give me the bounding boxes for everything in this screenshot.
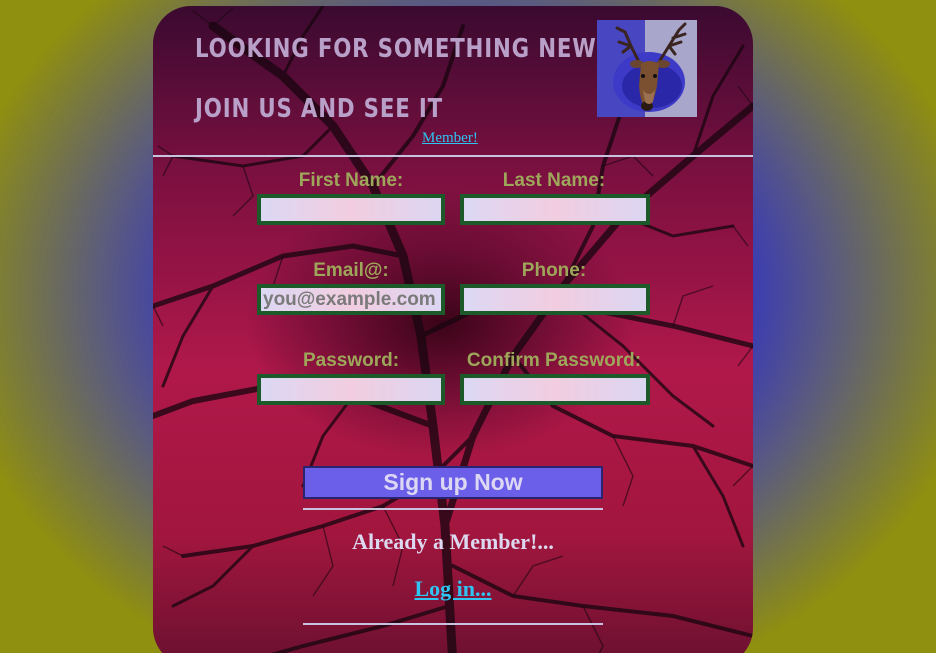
logo bbox=[597, 20, 697, 117]
page-title: LOOKING FOR SOMETHING NEW bbox=[195, 34, 597, 64]
login-link[interactable]: Log in... bbox=[303, 576, 603, 602]
phone-field[interactable] bbox=[460, 284, 650, 315]
already-member-text: Already a Member!... bbox=[352, 529, 554, 554]
first-name-field[interactable] bbox=[257, 194, 445, 225]
header-divider bbox=[153, 155, 753, 157]
email-label: Email@: bbox=[313, 260, 389, 281]
first-name-label: First Name: bbox=[298, 170, 404, 191]
deer-head-icon bbox=[597, 20, 697, 117]
footer-divider bbox=[303, 623, 603, 625]
email-field[interactable] bbox=[257, 284, 445, 315]
last-name-label: Last Name: bbox=[502, 170, 606, 191]
signup-button[interactable]: Sign up Now bbox=[303, 466, 603, 499]
form-divider bbox=[303, 508, 603, 510]
password-label: Password: bbox=[302, 350, 400, 371]
confirm-password-label: Confirm Password: bbox=[466, 350, 642, 371]
signup-card: LOOKING FOR SOMETHING NEW JOIN US AND SE… bbox=[153, 6, 753, 653]
last-name-field[interactable] bbox=[460, 194, 650, 225]
page-subtitle: JOIN US AND SEE IT bbox=[195, 94, 443, 124]
password-field[interactable] bbox=[257, 374, 445, 405]
phone-label: Phone: bbox=[521, 260, 587, 281]
confirm-password-field[interactable] bbox=[460, 374, 650, 405]
member-link[interactable]: Member! bbox=[422, 130, 478, 147]
